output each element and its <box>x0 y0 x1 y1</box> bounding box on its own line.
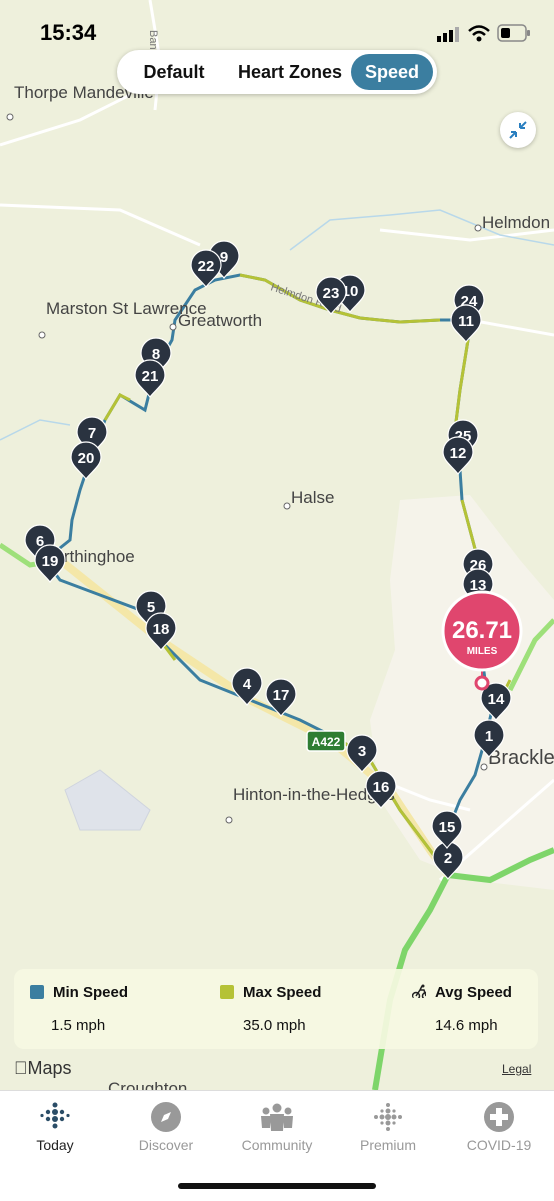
people-icon <box>261 1103 293 1131</box>
collapse-arrows-icon <box>509 121 527 139</box>
mile-marker-label: 4 <box>243 676 252 693</box>
compass-icon <box>151 1102 181 1132</box>
signal-icon <box>437 27 459 42</box>
mile-marker-label: 15 <box>439 819 456 836</box>
current-position <box>474 675 490 691</box>
place-label: Halse <box>291 488 334 507</box>
battery-icon <box>497 24 530 42</box>
mile-marker-label: 14 <box>488 691 505 708</box>
toggle-heart-zones[interactable]: Heart Zones <box>223 54 357 90</box>
tab-label: Community <box>241 1137 313 1153</box>
max-speed-label: Max Speed <box>243 984 322 1001</box>
min-speed-value: 1.5 mph <box>51 1017 106 1034</box>
distance-unit: MILES <box>467 646 498 657</box>
tab-discover[interactable]: Discover <box>111 1091 221 1171</box>
apple-maps-credit: Maps <box>14 1058 72 1078</box>
mile-marker-label: 2 <box>444 850 452 867</box>
tab-today[interactable]: Today <box>0 1091 110 1171</box>
mile-marker-label: 1 <box>485 728 493 745</box>
min-speed-label: Min Speed <box>53 984 129 1001</box>
mile-marker-label: 7 <box>88 425 96 442</box>
mile-marker-label: 17 <box>273 687 290 704</box>
tab-covid[interactable]: COVID-19 <box>444 1091 554 1171</box>
min-speed-swatch <box>30 985 44 999</box>
cyclist-icon <box>412 984 426 998</box>
collapse-map-button[interactable] <box>500 112 536 148</box>
dots-grid-icon <box>40 1102 70 1129</box>
speed-legend: Min Speed 1.5 mph Max Speed 35.0 mph Avg… <box>14 969 538 1049</box>
tab-label: Premium <box>359 1137 416 1153</box>
mile-marker-label: 18 <box>153 621 170 638</box>
place-label: Croughton <box>108 1079 187 1090</box>
toggle-default[interactable]: Default <box>125 54 223 90</box>
avg-speed-label: Avg Speed <box>435 984 512 1001</box>
tab-community[interactable]: Community <box>222 1091 332 1171</box>
distance-value: 26.71 <box>452 617 512 644</box>
mile-marker-label: 11 <box>458 313 474 330</box>
toggle-speed[interactable]: Speed <box>351 54 433 90</box>
tab-label: Today <box>36 1137 74 1153</box>
mile-marker-label: 3 <box>358 743 366 760</box>
max-speed-swatch <box>220 985 234 999</box>
apple-icon:  <box>14 1058 28 1078</box>
mile-marker-label: 20 <box>78 450 95 467</box>
mile-marker-label: 21 <box>142 368 159 385</box>
mile-marker-label: 5 <box>147 599 155 616</box>
tab-premium[interactable]: Premium <box>333 1091 443 1171</box>
tab-label: Discover <box>138 1137 194 1153</box>
avg-speed-value: 14.6 mph <box>435 1017 498 1034</box>
plus-circle-icon <box>484 1102 514 1132</box>
dots-star-icon <box>374 1103 402 1131</box>
mile-marker-label: 19 <box>42 553 59 570</box>
place-label: Brackley <box>488 747 554 769</box>
mile-marker-label: 22 <box>198 258 215 275</box>
tab-label: COVID-19 <box>466 1137 532 1153</box>
home-indicator <box>178 1183 376 1189</box>
place-label: Helmdon <box>482 213 550 232</box>
mile-marker-label: 12 <box>450 445 467 462</box>
road-shield-label: A422 <box>312 735 341 749</box>
place-label: Greatworth <box>178 311 262 330</box>
route-map[interactable]: Thorpe Mandeville Helmdon Marston St Law… <box>0 0 554 1090</box>
mile-marker-label: 23 <box>323 285 340 302</box>
max-speed-value: 35.0 mph <box>243 1017 306 1034</box>
legal-link[interactable]: Legal <box>502 1062 531 1076</box>
wifi-icon <box>468 25 490 42</box>
status-time: 15:34 <box>40 20 97 45</box>
mile-marker-label: 16 <box>373 779 390 796</box>
view-toggle: Default Heart Zones Speed <box>117 50 437 94</box>
